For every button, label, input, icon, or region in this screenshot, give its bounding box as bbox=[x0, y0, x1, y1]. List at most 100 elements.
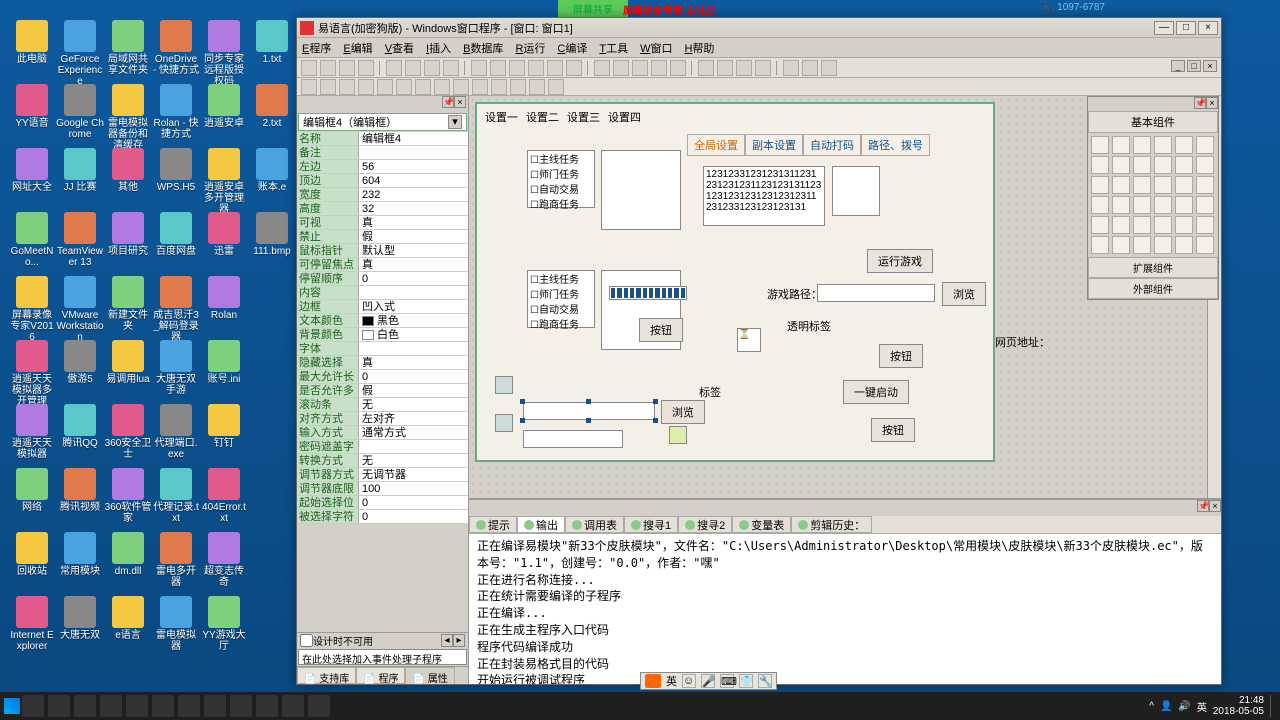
toolbar-button[interactable] bbox=[802, 60, 818, 76]
menu-item[interactable]: I插入 bbox=[426, 40, 451, 56]
property-row[interactable]: 可停留焦点真 bbox=[297, 258, 468, 272]
toolbar-button[interactable] bbox=[339, 60, 355, 76]
desktop-icon[interactable]: GoMeetNo... bbox=[8, 212, 56, 268]
toolbar-button[interactable] bbox=[594, 60, 610, 76]
taskbar-app[interactable] bbox=[152, 695, 174, 717]
property-row[interactable]: 滚动条无 bbox=[297, 398, 468, 412]
desktop-icon[interactable]: 网络 bbox=[8, 468, 56, 513]
image-box[interactable] bbox=[832, 166, 880, 216]
form-main-tabs[interactable]: 设置一设置二设置三设置四 bbox=[485, 109, 641, 125]
toolbar-button[interactable] bbox=[386, 60, 402, 76]
ime-lang[interactable]: 英 bbox=[666, 673, 677, 689]
property-row[interactable]: 是否允许多行假 bbox=[297, 384, 468, 398]
toolbox-component[interactable] bbox=[1175, 156, 1193, 174]
desktop-icon[interactable]: VMware Workstation bbox=[56, 276, 104, 343]
toolbox-component[interactable] bbox=[1091, 216, 1109, 234]
toolbox-component[interactable] bbox=[1154, 196, 1172, 214]
toolbar-button[interactable] bbox=[510, 79, 526, 95]
toolbar-button[interactable] bbox=[320, 60, 336, 76]
toolbox-component[interactable] bbox=[1112, 216, 1130, 234]
desktop-icon[interactable]: WPS.H5 bbox=[152, 148, 200, 193]
desktop-icon[interactable]: 雷电模拟器 bbox=[152, 596, 200, 652]
property-row[interactable]: 禁止假 bbox=[297, 230, 468, 244]
design-time-checkbox[interactable] bbox=[300, 634, 313, 647]
toolbox-component[interactable] bbox=[1154, 236, 1172, 254]
menu-item[interactable]: B数据库 bbox=[463, 40, 503, 56]
output-tab[interactable]: 提示 bbox=[469, 516, 517, 533]
ime-skin-icon[interactable]: 👕 bbox=[739, 674, 753, 688]
browse-button-1[interactable]: 浏览 bbox=[942, 282, 986, 306]
menu-item[interactable]: V查看 bbox=[385, 40, 414, 56]
desktop-icon[interactable]: OneDrive - 快捷方式 bbox=[152, 20, 200, 76]
output-tab[interactable]: 搜寻2 bbox=[678, 516, 732, 533]
toolbar-button[interactable] bbox=[613, 60, 629, 76]
toolbar-button[interactable] bbox=[670, 60, 686, 76]
menu-item[interactable]: H帮助 bbox=[684, 40, 714, 56]
toolbar-button[interactable] bbox=[471, 60, 487, 76]
system-tray[interactable]: ^ 👤 🔊 英 21:482018-05-05 bbox=[1149, 695, 1276, 717]
desktop-icon[interactable]: 2.txt bbox=[248, 84, 296, 129]
task-view-button[interactable] bbox=[22, 695, 44, 717]
component-selector[interactable]: 编辑框4（编辑框） ▾ bbox=[298, 113, 467, 131]
toolbox-component[interactable] bbox=[1091, 236, 1109, 254]
toolbox-component[interactable] bbox=[1154, 156, 1172, 174]
toolbar-button[interactable] bbox=[509, 60, 525, 76]
panel-close-icon[interactable]: × bbox=[454, 96, 466, 108]
left-tab[interactable]: 📄 支持库 bbox=[297, 667, 356, 684]
output-tab[interactable]: 搜寻1 bbox=[624, 516, 678, 533]
mdi-close[interactable]: × bbox=[1203, 60, 1217, 72]
menu-item[interactable]: C编译 bbox=[557, 40, 587, 56]
property-row[interactable]: 调节器底限100 bbox=[297, 482, 468, 496]
property-grid[interactable]: 名称编辑框4备注左边56顶边604宽度232高度32可视真禁止假鼠标指针默认型可… bbox=[297, 132, 468, 632]
property-row[interactable]: 备注 bbox=[297, 146, 468, 160]
left-panel-tabs[interactable]: 📄 支持库📄 程序📄 属性 bbox=[297, 666, 468, 684]
desktop-icon[interactable]: 腾讯视频 bbox=[56, 468, 104, 513]
desktop-icon[interactable]: 项目研究 bbox=[104, 212, 152, 257]
taskbar-app[interactable] bbox=[126, 695, 148, 717]
property-row[interactable]: 转换方式无 bbox=[297, 454, 468, 468]
toolbox-pin-icon[interactable]: 📌 bbox=[1194, 97, 1206, 109]
toolbar-button[interactable] bbox=[491, 79, 507, 95]
toolbar-button[interactable] bbox=[415, 79, 431, 95]
tray-people-icon[interactable]: 👤 bbox=[1160, 701, 1172, 712]
property-row[interactable]: 文本颜色黑色 bbox=[297, 314, 468, 328]
toolbar-button[interactable] bbox=[453, 79, 469, 95]
desktop-icon[interactable]: 逍遥安卓 bbox=[200, 84, 248, 129]
desktop-icon[interactable]: Rolan bbox=[200, 276, 248, 321]
property-row[interactable]: 最大允许长度0 bbox=[297, 370, 468, 384]
toolbox-component[interactable] bbox=[1112, 176, 1130, 194]
toolbox-component[interactable] bbox=[1133, 176, 1151, 194]
desktop-icon[interactable]: 雷电模拟器备份和清缓存 bbox=[104, 84, 152, 151]
property-row[interactable]: 宽度232 bbox=[297, 188, 468, 202]
desktop-icon[interactable]: 新建文件夹 bbox=[104, 276, 152, 332]
generic-button-1[interactable]: 按钮 bbox=[639, 318, 683, 342]
toolbar-button[interactable] bbox=[547, 60, 563, 76]
toolbox-component[interactable] bbox=[1196, 236, 1214, 254]
toolbox-component[interactable] bbox=[1175, 176, 1193, 194]
desktop-icon[interactable]: 雷电多开器 bbox=[152, 532, 200, 588]
task-list-1[interactable]: ☐主线任务☐师门任务☐自动交易☐跑商任务 bbox=[527, 150, 595, 208]
run-game-button[interactable]: 运行游戏 bbox=[867, 249, 933, 273]
toolbox-component[interactable] bbox=[1133, 136, 1151, 154]
property-row[interactable]: 调节器方式无调节器 bbox=[297, 468, 468, 482]
mdi-min[interactable]: _ bbox=[1171, 60, 1185, 72]
form-tab[interactable]: 设置一 bbox=[485, 109, 518, 125]
component-icon-3[interactable] bbox=[669, 426, 687, 444]
toolbox-component[interactable] bbox=[1154, 176, 1172, 194]
next-prop-button[interactable]: ▸ bbox=[453, 634, 465, 647]
toolbox-component[interactable] bbox=[1112, 136, 1130, 154]
ime-emoji-icon[interactable]: ☺ bbox=[682, 674, 696, 688]
toolbar-button[interactable] bbox=[632, 60, 648, 76]
form-sub-tabs[interactable]: 全局设置副本设置自动打码路径、拨号 bbox=[687, 134, 930, 156]
toolbar-button[interactable] bbox=[358, 60, 374, 76]
property-row[interactable]: 被选择字符数0 bbox=[297, 510, 468, 524]
desktop-icon[interactable]: 逍遥天天模拟器多开管理 bbox=[8, 340, 56, 407]
menu-item[interactable]: W窗口 bbox=[640, 40, 672, 56]
toolbar-button[interactable] bbox=[339, 79, 355, 95]
toolbox-component[interactable] bbox=[1154, 216, 1172, 234]
form-subtab[interactable]: 路径、拨号 bbox=[861, 134, 930, 156]
desktop-icon[interactable]: dm.dll bbox=[104, 532, 152, 577]
component-icon-2[interactable] bbox=[495, 414, 513, 432]
menu-item[interactable]: T工具 bbox=[599, 40, 628, 56]
task-list-2[interactable]: ☐主线任务☐师门任务☐自动交易☐跑商任务 bbox=[527, 270, 595, 328]
